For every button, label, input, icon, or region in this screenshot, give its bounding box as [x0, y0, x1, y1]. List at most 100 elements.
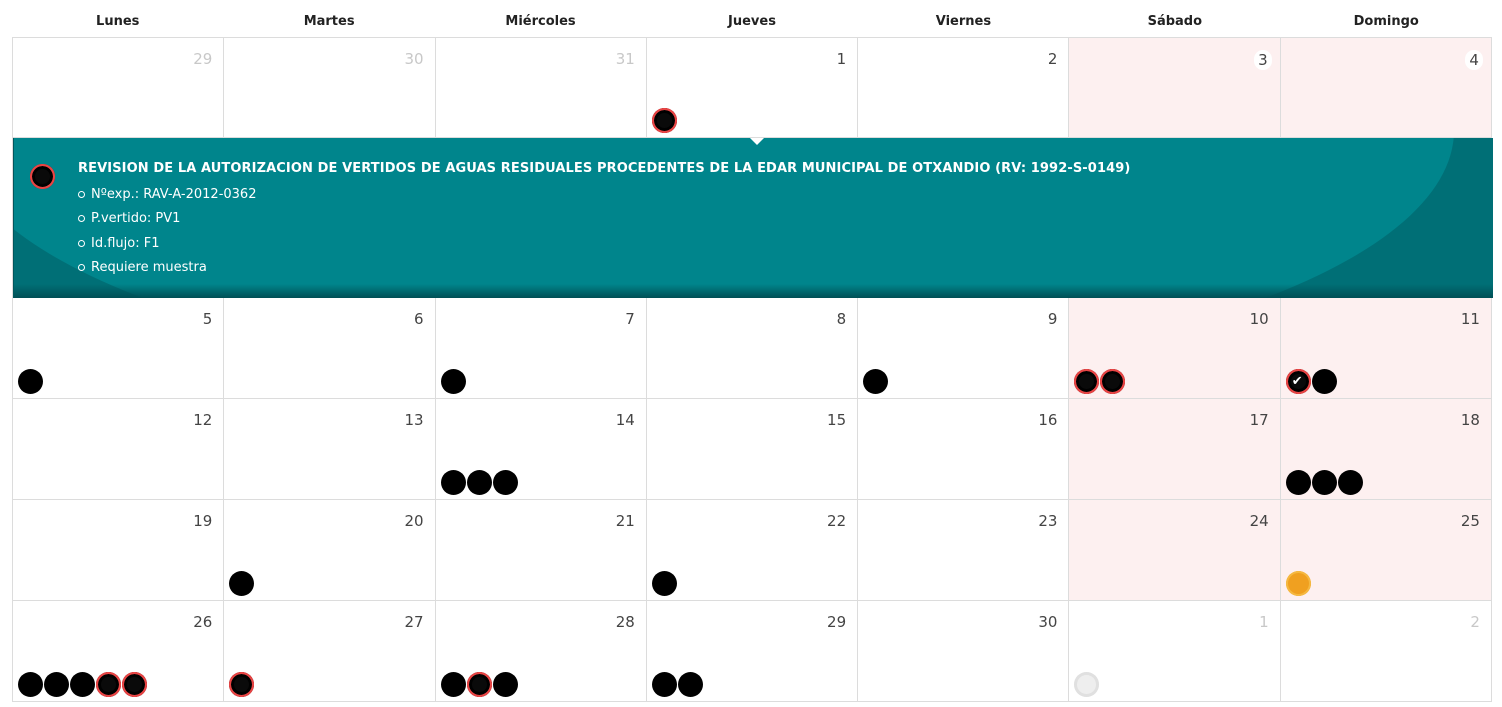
day-cell-weekend[interactable]: 11 ✔	[1280, 298, 1492, 399]
day-number: 24	[1249, 512, 1269, 530]
event-dot[interactable]	[70, 672, 95, 697]
day-cell-weekend[interactable]: 25	[1280, 500, 1492, 601]
detail-text: Id.flujo: F1	[91, 235, 160, 251]
day-cell[interactable]: 15	[646, 399, 859, 500]
event-list	[863, 369, 889, 394]
event-dot-selected[interactable]	[651, 108, 677, 133]
event-dot-flagged[interactable]	[122, 672, 147, 697]
event-dot-flagged[interactable]	[1074, 369, 1100, 394]
day-number: 30	[1038, 613, 1058, 631]
event-dot[interactable]	[440, 470, 466, 495]
day-cell[interactable]: 30	[858, 601, 1070, 702]
weekday-wednesday: Miércoles	[505, 14, 576, 29]
event-dot-completed[interactable]: ✔	[1285, 369, 1311, 394]
event-dot-flagged[interactable]	[466, 672, 492, 697]
event-list	[1074, 369, 1126, 394]
day-number: 6	[414, 310, 424, 328]
day-number: 7	[625, 310, 635, 328]
event-dot[interactable]	[1311, 369, 1337, 394]
event-dot[interactable]	[440, 369, 466, 394]
day-cell[interactable]: 28	[435, 601, 647, 702]
weekday-header: Lunes Martes Miércoles Jueves Viernes Sá…	[12, 0, 1492, 37]
event-dot[interactable]	[492, 470, 518, 495]
day-cell[interactable]: 1	[1069, 601, 1281, 702]
event-dot-warning[interactable]	[1285, 571, 1311, 596]
event-dot[interactable]	[651, 571, 677, 596]
day-number: 2	[1047, 50, 1058, 68]
day-cell[interactable]: 20	[224, 500, 436, 601]
day-number: 11	[1460, 310, 1480, 328]
detail-text: P.vertido: PV1	[91, 211, 181, 227]
event-dot[interactable]	[229, 571, 255, 596]
day-number: 22	[827, 512, 847, 530]
day-number: 21	[615, 512, 635, 530]
event-dot-inactive[interactable]	[1074, 672, 1100, 697]
event-dot[interactable]	[18, 672, 43, 697]
event-dot[interactable]	[466, 470, 492, 495]
day-cell-weekend[interactable]: 24	[1069, 500, 1281, 601]
event-dot[interactable]	[492, 672, 518, 697]
event-list	[440, 672, 518, 697]
event-list	[1074, 672, 1100, 697]
day-cell[interactable]: 12	[13, 399, 225, 500]
week-row: 26 27 28 29 30 1 2	[13, 601, 1492, 702]
day-number: 17	[1249, 411, 1269, 429]
day-cell[interactable]: 6	[224, 298, 436, 399]
event-list	[440, 470, 518, 495]
event-dot[interactable]	[651, 672, 677, 697]
day-cell[interactable]: 23	[858, 500, 1070, 601]
day-cell[interactable]: 8	[646, 298, 859, 399]
event-dot[interactable]	[863, 369, 889, 394]
day-cell-weekend[interactable]: 3	[1069, 38, 1281, 138]
weekday-sunday: Domingo	[1353, 14, 1419, 29]
event-detail-list: Nºexp.: RAV-A-2012-0362 P.vertido: PV1 I…	[78, 182, 1130, 280]
event-dot[interactable]	[1337, 470, 1363, 495]
day-number: 19	[193, 512, 213, 530]
day-cell[interactable]: 22	[646, 500, 859, 601]
event-dot[interactable]	[677, 672, 703, 697]
day-cell-weekend[interactable]: 10	[1069, 298, 1281, 399]
event-dot-flagged[interactable]	[96, 672, 121, 697]
day-cell[interactable]: 19	[13, 500, 225, 601]
day-cell[interactable]: 27	[224, 601, 436, 702]
event-dot[interactable]	[1285, 470, 1311, 495]
day-number: 20	[404, 512, 424, 530]
event-dot[interactable]	[44, 672, 69, 697]
day-cell[interactable]: 1	[646, 38, 859, 138]
day-number: 23	[1038, 512, 1058, 530]
day-cell[interactable]: 16	[858, 399, 1070, 500]
weekday-monday: Lunes	[96, 14, 140, 29]
day-cell[interactable]: 9	[858, 298, 1070, 399]
event-status-icon	[30, 164, 55, 189]
day-cell[interactable]: 14	[435, 399, 647, 500]
event-dot-flagged[interactable]	[1100, 369, 1126, 394]
day-cell[interactable]: 31	[435, 38, 647, 138]
event-dot[interactable]	[440, 672, 466, 697]
day-cell[interactable]: 30	[224, 38, 436, 138]
event-dot[interactable]	[18, 369, 43, 394]
day-number: 30	[404, 50, 424, 68]
bullet-icon	[78, 215, 85, 223]
day-cell-weekend[interactable]: 18	[1280, 399, 1492, 500]
day-cell[interactable]: 5	[13, 298, 225, 399]
day-cell-weekend[interactable]: 4	[1280, 38, 1492, 138]
detail-item: P.vertido: PV1	[78, 207, 1130, 232]
day-cell[interactable]: 21	[435, 500, 647, 601]
event-dot-flagged[interactable]	[229, 672, 255, 697]
day-number: 2	[1470, 613, 1480, 631]
day-cell[interactable]: 2	[1280, 601, 1492, 702]
weekday-saturday: Sábado	[1147, 14, 1203, 29]
day-cell[interactable]: 13	[224, 399, 436, 500]
event-dot[interactable]	[1311, 470, 1337, 495]
day-cell[interactable]: 29	[13, 38, 225, 138]
day-number: 25	[1460, 512, 1480, 530]
day-number: 28	[615, 613, 635, 631]
day-cell-weekend[interactable]: 17	[1069, 399, 1281, 500]
day-cell[interactable]: 7	[435, 298, 647, 399]
day-cell[interactable]: 29	[646, 601, 859, 702]
day-number: 13	[404, 411, 424, 429]
event-list	[1285, 571, 1311, 596]
day-cell[interactable]: 2	[858, 38, 1070, 138]
event-list	[18, 369, 43, 394]
day-cell[interactable]: 26	[13, 601, 225, 702]
